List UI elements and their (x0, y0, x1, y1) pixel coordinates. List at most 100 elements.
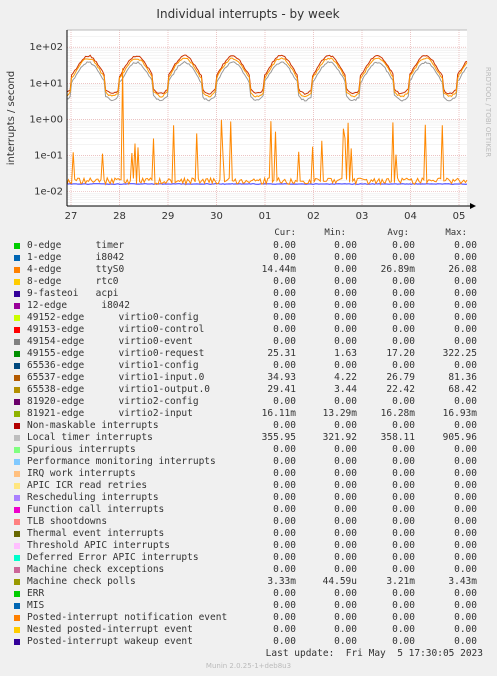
legend-cur: 0.00 (273, 252, 296, 263)
legend-avg: 0.00 (392, 480, 415, 491)
legend-avg: 26.79 (386, 372, 415, 383)
legend-avg: 0.00 (392, 360, 415, 371)
last-update: Last update: Fri May 5 17:30:05 2023 (265, 648, 483, 659)
legend-avg: 0.00 (392, 540, 415, 551)
legend-row: ERR 0.00 0.00 0.00 0.00 (0, 588, 497, 600)
legend-series-name: Nested posted-interrupt event (27, 624, 193, 635)
legend-series-name: 1-edge i8042 (27, 252, 125, 263)
legend-max: 0.00 (454, 240, 477, 251)
legend-avg: 22.42 (386, 384, 415, 395)
legend-row: 9-fasteoi acpi 0.00 0.00 0.00 0.00 (0, 288, 497, 300)
legend-row: 49153-edge virtio0-control 0.00 0.00 0.00 0.… (0, 324, 497, 336)
legend-cur: 0.00 (273, 444, 296, 455)
legend-avg: 0.00 (392, 396, 415, 407)
legend-cur: 0.00 (273, 624, 296, 635)
legend-max: 0.00 (454, 492, 477, 503)
legend-avg: 0.00 (392, 624, 415, 635)
legend-cur: 0.00 (273, 456, 296, 467)
legend-swatch (14, 603, 20, 609)
legend-max: 0.00 (454, 396, 477, 407)
legend-max: 0.00 (454, 420, 477, 431)
legend-max: 0.00 (454, 468, 477, 479)
legend-cur: 0.00 (273, 540, 296, 551)
legend-swatch (14, 267, 20, 273)
legend-series-name: Machine check exceptions (27, 564, 165, 575)
legend-row: IRQ work interrupts 0.00 0.00 0.00 0.00 (0, 468, 497, 480)
legend-avg: 26.89m (380, 264, 415, 275)
legend-max: 0.00 (454, 444, 477, 455)
legend-cur: 0.00 (273, 528, 296, 539)
legend-row: 12-edge i8042 0.00 0.00 0.00 0.00 (0, 300, 497, 312)
legend-series-name: 49154-edge virtio0-event (27, 336, 193, 347)
legend-cur: 14.44m (261, 264, 296, 275)
legend-series-name: Thermal event interrupts (27, 528, 165, 539)
legend-avg: 0.00 (392, 276, 415, 287)
legend-avg: 358.11 (380, 432, 415, 443)
legend-cur: 0.00 (273, 288, 296, 299)
legend-row: 0-edge timer 0.00 0.00 0.00 0.00 (0, 240, 497, 252)
x-tick-label: 30 (210, 211, 223, 222)
legend-row: Spurious interrupts 0.00 0.00 0.00 0.00 (0, 444, 497, 456)
legend-swatch (14, 375, 20, 381)
legend-row: MIS 0.00 0.00 0.00 0.00 (0, 600, 497, 612)
legend-series-name: Machine check polls (27, 576, 136, 587)
chart-title: Individual interrupts - by week (156, 7, 339, 21)
legend-avg: 0.00 (392, 612, 415, 623)
legend-cur: 0.00 (273, 420, 296, 431)
legend-avg: 3.21m (386, 576, 415, 587)
legend-series-name: Posted-interrupt notification event (27, 612, 228, 623)
legend-row: 81920-edge virtio2-config 0.00 0.00 0.00 0.0… (0, 396, 497, 408)
x-tick-label: 28 (113, 211, 126, 222)
legend-cur: 0.00 (273, 240, 296, 251)
legend-max: 0.00 (454, 456, 477, 467)
legend-series-name: Deferred Error APIC interrupts (27, 552, 199, 563)
legend-max: 0.00 (454, 336, 477, 347)
legend-swatch (14, 423, 20, 429)
munin-version: Munin 2.0.25-1+deb8u3 (205, 662, 292, 670)
legend-max: 0.00 (454, 624, 477, 635)
legend-max: 0.00 (454, 612, 477, 623)
legend-cur: 0.00 (273, 396, 296, 407)
legend-series-name: Local timer interrupts (27, 432, 153, 443)
legend-cur: 16.11m (261, 408, 296, 419)
legend-max: 322.25 (442, 348, 477, 359)
legend-avg: 0.00 (392, 456, 415, 467)
legend-avg: 0.00 (392, 312, 415, 323)
legend-series-name: Spurious interrupts (27, 444, 136, 455)
legend-avg: 0.00 (392, 588, 415, 599)
legend-avg: 0.00 (392, 252, 415, 263)
legend-series-name: 8-edge rtc0 (27, 276, 119, 287)
legend-swatch (14, 543, 20, 549)
legend-series-name: 0-edge timer (27, 240, 125, 251)
legend-series-name: MIS (27, 600, 45, 611)
legend-cur: 0.00 (273, 504, 296, 515)
chart-area: Individual interrupts - by week interrup… (6, 7, 492, 222)
legend-swatch (14, 507, 20, 513)
y-tick-label: 1e+02 (29, 42, 63, 53)
legend-row: 1-edge i8042 0.00 0.00 0.00 0.00 (0, 252, 497, 264)
legend-series-name: APIC ICR read retries (27, 480, 148, 491)
legend-swatch (14, 483, 20, 489)
legend-max: 0.00 (454, 588, 477, 599)
legend-series-name: ERR (27, 588, 45, 599)
legend-avg: 0.00 (392, 324, 415, 335)
y-tick-labels: 1e-02 1e-01 1e+00 1e+01 1e+02 (29, 42, 63, 197)
legend-swatch (14, 363, 20, 369)
legend-swatch (14, 435, 20, 441)
legend-cur: 0.00 (273, 516, 296, 527)
legend-cur: 0.00 (273, 324, 296, 335)
x-tick-label: 03 (356, 211, 369, 222)
legend-header: Cur: Min: Avg: Max: (0, 228, 497, 240)
legend-series-name: 9-fasteoi acpi (27, 288, 119, 299)
legend-swatch (14, 471, 20, 477)
legend-swatch (14, 279, 20, 285)
rrdtool-credit: RRDTOOL / TOBI OETIKER (484, 67, 492, 157)
x-tick-labels: 27 28 29 30 01 02 03 04 05 (65, 211, 466, 222)
legend-swatch (14, 531, 20, 537)
legend-series-name: Non-maskable interrupts (27, 420, 159, 431)
legend-cur: 0.00 (273, 480, 296, 491)
legend-series-name: Function call interrupts (27, 504, 165, 515)
legend-row: 65537-edge virtio1-input.0 34.93 4.22 26.79… (0, 372, 497, 384)
legend-swatch (14, 447, 20, 453)
legend-swatch (14, 291, 20, 297)
